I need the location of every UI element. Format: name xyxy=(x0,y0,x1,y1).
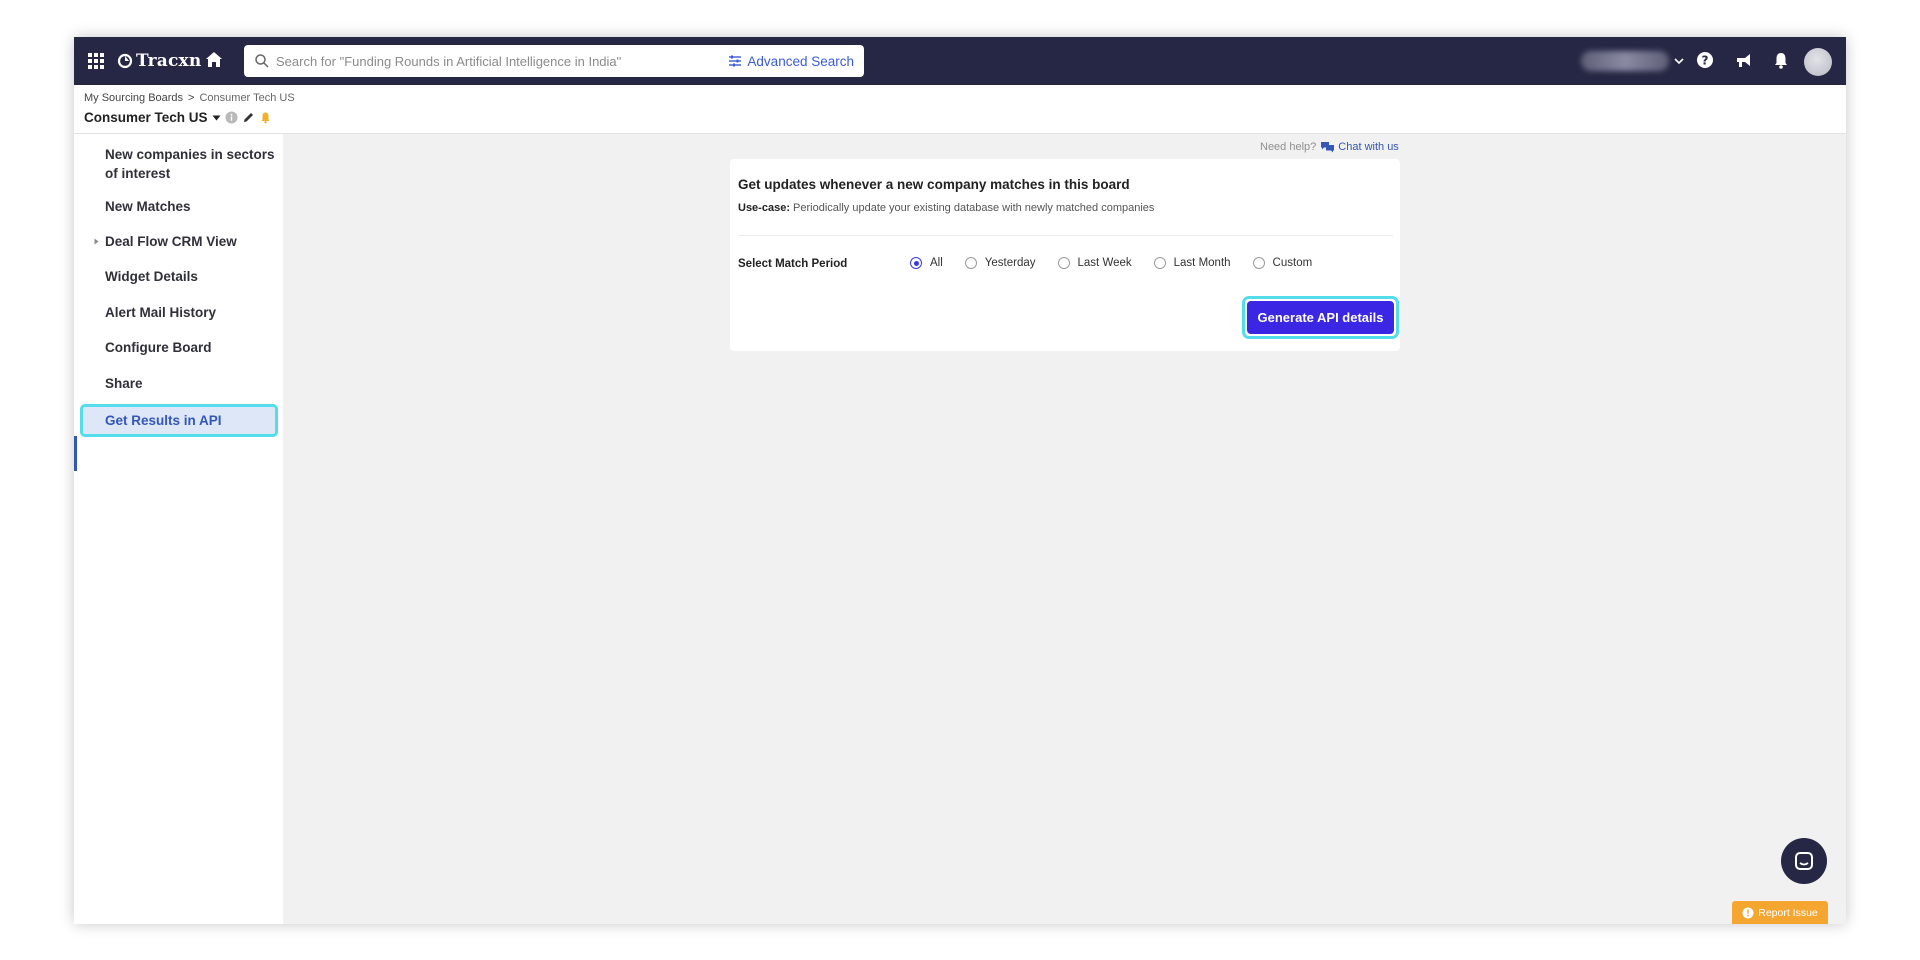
caret-down-icon[interactable] xyxy=(212,111,221,124)
app-window: Tracxn Advanced Search xyxy=(74,37,1846,924)
need-help-text: Need help? xyxy=(1260,141,1317,153)
chat-bubbles-icon xyxy=(1321,142,1335,153)
radio-label: Last Week xyxy=(1077,257,1132,269)
info-icon[interactable] xyxy=(225,111,238,124)
radio-button-selected[interactable] xyxy=(910,257,922,269)
generate-api-details-button[interactable]: Generate API details xyxy=(1247,301,1394,334)
sidebar-item-label: Configure Board xyxy=(105,340,212,355)
sidebar-item-get-results-in-api[interactable]: Get Results in API xyxy=(80,404,278,437)
sidebar-item-label: Deal Flow CRM View xyxy=(105,234,237,249)
card-title: Get updates whenever a new company match… xyxy=(738,177,1130,192)
advanced-search-button[interactable]: Advanced Search xyxy=(728,54,854,69)
sidebar-item-label: Share xyxy=(105,376,143,391)
usecase-text: Periodically update your existing databa… xyxy=(793,202,1155,214)
radio-option-yesterday[interactable]: Yesterday xyxy=(964,257,1036,269)
brand-logo[interactable]: Tracxn xyxy=(117,50,201,72)
report-issue-label: Report Issue xyxy=(1758,906,1818,919)
usecase-label: Use-case: xyxy=(738,202,790,214)
api-results-card: Get updates whenever a new company match… xyxy=(730,159,1400,351)
breadcrumb-current: Consumer Tech US xyxy=(199,92,295,104)
radio-button[interactable] xyxy=(1252,257,1265,269)
sidebar-item-label: Get Results in API xyxy=(105,413,222,428)
match-period-radio-group: All Yesterday Last Week Last Month Custo… xyxy=(910,257,1334,269)
user-name-blurred[interactable] xyxy=(1581,51,1669,71)
user-avatar[interactable] xyxy=(1804,48,1832,76)
brand-name: Tracxn xyxy=(136,51,202,71)
breadcrumb-separator: > xyxy=(188,92,195,104)
radio-label: All xyxy=(930,257,943,269)
alert-bell-icon[interactable] xyxy=(259,111,272,124)
radio-option-custom[interactable]: Custom xyxy=(1252,257,1313,269)
match-period-label: Select Match Period xyxy=(738,258,848,270)
radio-button[interactable] xyxy=(964,257,977,269)
sidebar-item-label: Alert Mail History xyxy=(105,305,217,320)
divider xyxy=(738,235,1393,236)
sidebar-item-share[interactable]: Share xyxy=(74,374,283,393)
chat-icon xyxy=(1795,852,1813,870)
breadcrumb: My Sourcing Boards > Consumer Tech US xyxy=(84,92,295,104)
tracxn-logo-icon xyxy=(117,53,133,69)
search-icon xyxy=(255,54,269,68)
sidebar-item-alert-mail-history[interactable]: Alert Mail History xyxy=(74,303,283,322)
advanced-search-label: Advanced Search xyxy=(747,53,854,69)
sidebar-item-new-companies[interactable]: New companies in sectors of interest xyxy=(74,145,283,183)
radio-label: Custom xyxy=(1272,257,1313,269)
chevron-down-icon[interactable] xyxy=(1673,55,1685,67)
report-issue-button[interactable]: Report Issue xyxy=(1732,901,1828,924)
caret-right-icon[interactable] xyxy=(93,238,100,245)
home-icon[interactable] xyxy=(204,50,224,70)
board-title-row: Consumer Tech US xyxy=(84,110,272,125)
help-icon[interactable]: ? xyxy=(1695,50,1715,70)
megaphone-icon[interactable] xyxy=(1734,50,1754,70)
radio-option-all[interactable]: All xyxy=(910,257,943,269)
svg-text:?: ? xyxy=(1702,54,1709,68)
breadcrumb-parent[interactable]: My Sourcing Boards xyxy=(84,92,183,104)
card-usecase: Use-case: Periodically update your exist… xyxy=(738,202,1154,214)
alert-circle-icon xyxy=(1742,907,1754,918)
active-indicator xyxy=(74,436,77,471)
radio-button[interactable] xyxy=(1057,257,1070,269)
board-title: Consumer Tech US xyxy=(84,110,208,125)
search-input[interactable] xyxy=(276,47,729,75)
generate-api-highlight: Generate API details xyxy=(1242,296,1399,339)
radio-label: Yesterday xyxy=(984,257,1036,269)
need-help: Need help? Chat with us xyxy=(1260,141,1399,153)
edit-pencil-icon[interactable] xyxy=(242,111,255,124)
sliders-icon xyxy=(729,55,742,67)
sidebar-item-label: New companies in sectors of interest xyxy=(105,147,275,181)
global-search: Advanced Search xyxy=(244,45,864,77)
chat-with-us-label: Chat with us xyxy=(1338,141,1399,153)
sidebar-item-deal-flow-crm[interactable]: Deal Flow CRM View xyxy=(74,232,283,251)
apps-grid-icon[interactable] xyxy=(86,51,106,71)
radio-option-last-week[interactable]: Last Week xyxy=(1057,257,1132,269)
sidebar-item-widget-details[interactable]: Widget Details xyxy=(74,267,283,286)
sidebar-item-label: Widget Details xyxy=(105,269,198,284)
support-chat-button[interactable] xyxy=(1781,838,1827,884)
top-navbar: Tracxn Advanced Search xyxy=(74,37,1846,85)
radio-button[interactable] xyxy=(1153,257,1166,269)
sidebar-item-configure-board[interactable]: Configure Board xyxy=(74,338,283,357)
radio-option-last-month[interactable]: Last Month xyxy=(1153,257,1231,269)
bell-icon[interactable] xyxy=(1771,50,1791,70)
chat-with-us-link[interactable]: Chat with us xyxy=(1320,141,1399,153)
board-header: My Sourcing Boards > Consumer Tech US Co… xyxy=(74,85,1846,134)
sidebar-item-label: New Matches xyxy=(105,199,191,214)
radio-label: Last Month xyxy=(1173,257,1231,269)
sidebar-item-new-matches[interactable]: New Matches xyxy=(74,197,283,216)
board-sidebar: New companies in sectors of interest New… xyxy=(74,134,283,924)
